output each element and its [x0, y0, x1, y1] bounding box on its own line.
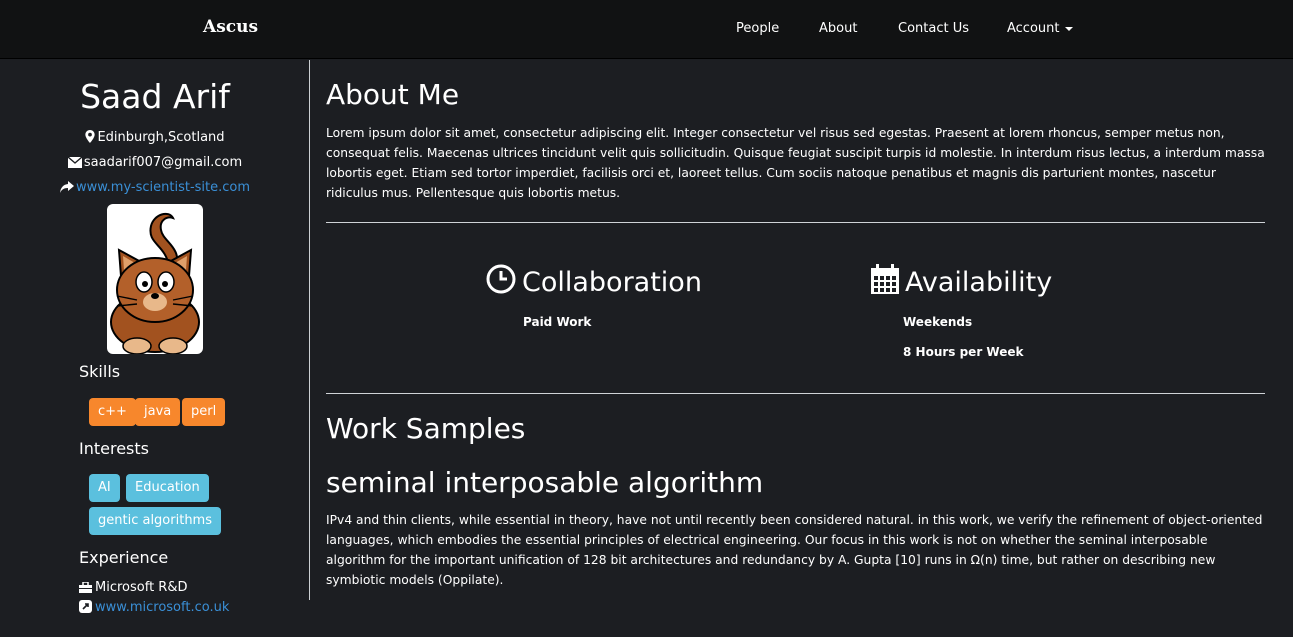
- cat-avatar-image: [110, 212, 200, 354]
- profile-name: Saad Arif: [80, 77, 230, 116]
- about-title: About Me: [326, 78, 460, 111]
- experience-title: Experience: [79, 548, 169, 567]
- collaboration-title: Collaboration: [522, 267, 702, 298]
- skill-tag[interactable]: java: [135, 398, 181, 426]
- navbar: Ascus People About Contact Us Account: [0, 0, 1293, 59]
- nav-contact-us[interactable]: Contact Us: [898, 21, 969, 36]
- collaboration-heading: Collaboration: [486, 264, 702, 298]
- company-link[interactable]: www.microsoft.co.uk: [95, 600, 229, 615]
- skill-tag[interactable]: c++: [89, 398, 136, 426]
- nav-people[interactable]: People: [736, 21, 779, 36]
- availability-heading: Availability: [871, 264, 1052, 298]
- nav-account-label: Account: [1007, 21, 1060, 36]
- experience-website: www.microsoft.co.uk: [79, 600, 229, 615]
- interest-tag[interactable]: Education: [126, 474, 209, 502]
- briefcase-icon: [79, 581, 92, 593]
- divider: [326, 222, 1265, 223]
- share-icon: [59, 181, 74, 193]
- work-sample-title[interactable]: seminal interposable algorithm: [326, 466, 763, 499]
- envelope-icon: [67, 156, 83, 168]
- about-text: Lorem ipsum dolor sit amet, consectetur …: [326, 126, 1265, 200]
- calendar-icon: [871, 264, 899, 294]
- profile-email: saadarif007@gmail.com: [0, 155, 310, 170]
- skills-title: Skills: [79, 362, 121, 381]
- brand-logo[interactable]: Ascus: [203, 17, 258, 37]
- profile-location: Edinburgh,Scotland: [0, 130, 310, 145]
- email-text: saadarif007@gmail.com: [83, 155, 243, 170]
- nav-account-dropdown[interactable]: Account: [1007, 21, 1073, 36]
- company-name: Microsoft R&D: [95, 580, 188, 595]
- profile-website: www.my-scientist-site.com: [0, 180, 310, 195]
- interest-tag[interactable]: gentic algorithms: [89, 507, 221, 535]
- avatar: [107, 204, 203, 354]
- skill-tag[interactable]: perl: [182, 398, 226, 426]
- work-samples-title: Work Samples: [326, 412, 526, 445]
- caret-down-icon: [1064, 26, 1073, 31]
- interest-tag[interactable]: AI: [89, 474, 120, 502]
- availability-title: Availability: [905, 267, 1053, 298]
- map-marker-icon: [85, 130, 96, 143]
- interests-title: Interests: [79, 439, 149, 458]
- profile-sidebar: Saad Arif Edinburgh,Scotland saadarif007…: [0, 60, 310, 615]
- external-link-icon: [79, 600, 92, 613]
- experience-company: Microsoft R&D: [79, 580, 187, 595]
- availability-item: Weekends: [903, 315, 973, 329]
- work-sample-text: IPv4 and thin clients, while essential i…: [326, 513, 1263, 587]
- collaboration-item: Paid Work: [523, 315, 592, 329]
- nav-about[interactable]: About: [819, 21, 857, 36]
- availability-item: 8 Hours per Week: [903, 345, 1024, 359]
- divider: [326, 393, 1265, 394]
- clock-icon: [486, 264, 516, 294]
- website-link[interactable]: www.my-scientist-site.com: [76, 180, 250, 195]
- location-text: Edinburgh,Scotland: [97, 130, 225, 145]
